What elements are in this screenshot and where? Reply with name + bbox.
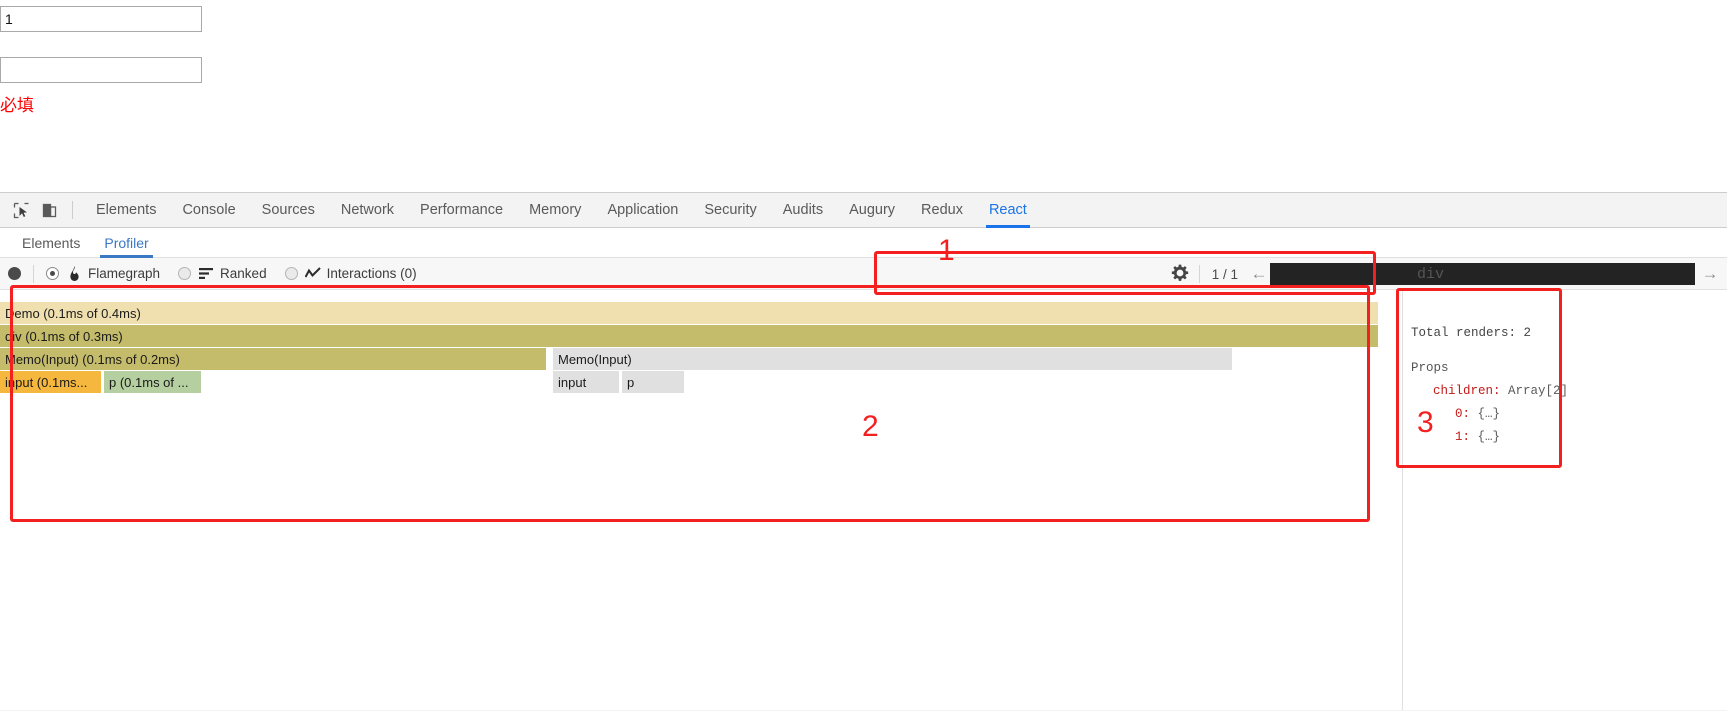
devtools-tab-performance[interactable]: Performance	[407, 192, 516, 228]
props-child-1-row[interactable]: 1: {…}	[1411, 426, 1721, 449]
devtools-tab-react[interactable]: React	[976, 192, 1040, 228]
props-child-1-index: 1:	[1455, 430, 1471, 444]
devtools-tab-security[interactable]: Security	[691, 192, 769, 228]
app-preview-area: 必填	[0, 0, 1727, 212]
props-label: Props	[1411, 361, 1449, 375]
flamegraph-chart: Demo (0.1ms of 0.4ms) div (0.1ms of 0.3ms…	[0, 290, 1402, 710]
devtools-tab-memory[interactable]: Memory	[516, 192, 594, 228]
flamegraph-label: Flamegraph	[88, 266, 161, 281]
profiler-toolbar: Flamegraph Ranked Interactions (0) 1 / 1…	[0, 258, 1727, 290]
flamegraph-row: Demo (0.1ms of 0.4ms)	[0, 302, 1402, 324]
interactions-label: Interactions (0)	[326, 266, 417, 281]
ranked-label: Ranked	[220, 266, 267, 281]
flamegraph-radio[interactable]	[46, 267, 59, 280]
text-input-2[interactable]	[0, 57, 202, 83]
validation-error-text: 必填	[0, 96, 34, 116]
mode-interactions[interactable]: Interactions (0)	[284, 266, 417, 282]
total-renders-row: Total renders: 2	[1411, 322, 1721, 345]
flamegraph-cell[interactable]: Memo(Input)	[553, 348, 1232, 370]
total-renders-label: Total renders:	[1411, 326, 1517, 340]
mode-ranked[interactable]: Ranked	[178, 266, 267, 282]
flamegraph-row: Memo(Input) (0.1ms of 0.2ms) Memo(Input)	[0, 348, 1402, 370]
snapshot-counter: 1 / 1	[1211, 266, 1238, 282]
toolbar-divider-3	[1198, 265, 1200, 283]
flamegraph-cell[interactable]: input (0.1ms...	[0, 371, 101, 393]
screenshot-root: 必填 ElementsConsoleSources	[0, 0, 1727, 711]
props-child-0-row[interactable]: 0: {…}	[1411, 403, 1721, 426]
mode-flamegraph[interactable]: Flamegraph	[46, 266, 160, 282]
react-subtab-elements[interactable]: Elements	[10, 228, 92, 258]
inspector-content: Total renders: 2 Props children: Array[2…	[1411, 322, 1721, 449]
flamegraph-row: div (0.1ms of 0.3ms)	[0, 325, 1402, 347]
devtools-tab-redux[interactable]: Redux	[908, 192, 976, 228]
devtools-panel: Elements Console Sources Network Performance…	[0, 192, 1727, 711]
interactions-chart-icon	[304, 266, 321, 282]
toolbar-divider	[72, 201, 73, 219]
devtools-tab-list: Elements Console Sources Network Performance…	[83, 192, 1040, 228]
flamegraph-cell[interactable]: input	[553, 371, 619, 393]
devtools-tab-console[interactable]: Console	[169, 192, 248, 228]
react-subtab-bar: Elements Profiler	[0, 228, 1727, 258]
commit-details-panel: div Total renders: 2 Props children: Arr…	[1402, 266, 1727, 710]
react-subtab-profiler[interactable]: Profiler	[92, 228, 160, 258]
props-children-key: children:	[1433, 384, 1501, 398]
react-subtab-list: Elements Profiler	[10, 228, 161, 258]
text-input-1[interactable]	[0, 6, 202, 32]
props-child-1-value: {…}	[1477, 430, 1501, 444]
profiler-body: Demo (0.1ms of 0.4ms) div (0.1ms of 0.3ms…	[0, 266, 1727, 710]
devtools-tab-elements[interactable]: Elements	[83, 192, 169, 228]
flamegraph-cell[interactable]: Demo (0.1ms of 0.4ms)	[0, 302, 1378, 324]
ranked-radio[interactable]	[178, 267, 192, 280]
profiler-toolbar-right: 1 / 1 ← →	[1171, 258, 1727, 290]
devtools-tab-augury[interactable]: Augury	[836, 192, 908, 228]
prev-snapshot-icon[interactable]: ←	[1248, 263, 1270, 285]
gear-icon[interactable]	[1171, 264, 1191, 284]
record-button[interactable]	[8, 267, 21, 280]
flamegraph-cell[interactable]: Memo(Input) (0.1ms of 0.2ms)	[0, 348, 546, 370]
props-children-value: Array[2]	[1508, 384, 1569, 398]
devtools-tab-application[interactable]: Application	[594, 192, 691, 228]
next-snapshot-icon[interactable]: →	[1699, 263, 1721, 285]
devtools-tab-network[interactable]: Network	[328, 192, 407, 228]
total-renders-value: 2	[1523, 326, 1532, 340]
inspect-element-icon[interactable]	[8, 197, 34, 223]
flamegraph-row: input (0.1ms... p (0.1ms of ... input p	[0, 371, 1402, 393]
interactions-radio[interactable]	[284, 267, 298, 280]
props-children-row[interactable]: children: Array[2]	[1411, 380, 1721, 403]
props-child-0-index: 0:	[1455, 407, 1471, 421]
toolbar-divider-2	[33, 264, 34, 283]
devtools-tabbar: Elements Console Sources Network Performance…	[0, 192, 1727, 228]
device-toolbar-icon[interactable]	[36, 197, 62, 223]
flamegraph-cell[interactable]: p (0.1ms of ...	[104, 371, 201, 393]
selected-element-name: div	[1417, 266, 1445, 283]
devtools-tab-audits[interactable]: Audits	[770, 192, 836, 228]
flamegraph-cell[interactable]: p	[622, 371, 684, 393]
devtools-tab-sources[interactable]: Sources	[249, 192, 328, 228]
snapshot-timeline-bar[interactable]	[1270, 263, 1695, 285]
ranked-bars-icon	[198, 266, 214, 282]
flame-icon	[66, 266, 82, 282]
props-child-0-value: {…}	[1477, 407, 1501, 421]
flamegraph-row-list: Demo (0.1ms of 0.4ms) div (0.1ms of 0.3ms…	[0, 302, 1402, 394]
flamegraph-cell[interactable]: div (0.1ms of 0.3ms)	[0, 325, 1378, 347]
